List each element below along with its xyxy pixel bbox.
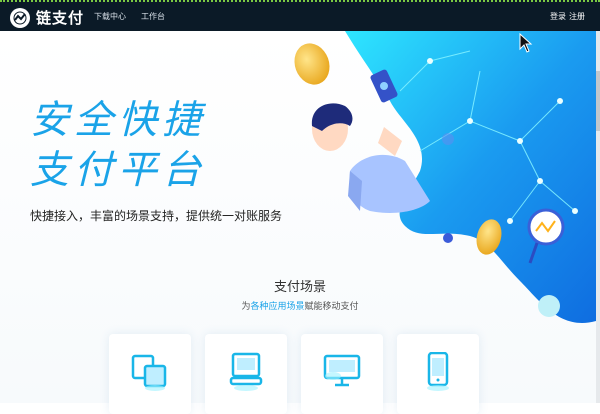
nav-download-center[interactable]: 下载中心: [94, 11, 126, 22]
logo-text: 链支付: [36, 9, 85, 27]
top-navbar: 链支付 下载中心 工作台 登录 注册: [0, 0, 600, 31]
nav-workbench[interactable]: 工作台: [141, 11, 165, 22]
register-link[interactable]: 注册: [569, 11, 585, 22]
mobile-scene-icon: [427, 352, 449, 391]
hero-title: 安全快捷 支付平台: [30, 96, 206, 196]
section-sub-highlight[interactable]: 各种应用场景: [250, 302, 304, 312]
hero-title-line2: 支付平台: [30, 148, 207, 193]
section-sub-suffix: 赋能移动支付: [304, 302, 359, 312]
hero-section: 安全快捷 支付平台 快捷接入，丰富的场景支持，提供统一对账服务 支付场景 为各种…: [0, 31, 600, 414]
hero-title-line1: 安全快捷: [30, 98, 207, 143]
scene-card-web[interactable]: [301, 334, 383, 414]
app-scene-icon: [131, 354, 167, 391]
mouse-cursor-icon: [519, 33, 533, 53]
section-title: 支付场景: [273, 280, 326, 295]
pc-scene-icon: [229, 352, 263, 391]
scene-card-mobile[interactable]: [397, 334, 479, 414]
login-link[interactable]: 登录: [550, 11, 566, 22]
web-scene-icon: [323, 354, 361, 387]
scene-card-app[interactable]: [109, 334, 191, 414]
section-subtitle: 为各种应用场景赋能移动支付: [0, 299, 600, 312]
logo-icon: [10, 7, 30, 28]
scene-card-pc[interactable]: [205, 334, 287, 414]
hero-subtitle: 快捷接入，丰富的场景支持，提供统一对账服务: [30, 209, 283, 223]
logo[interactable]: 链支付: [10, 7, 84, 28]
scrollbar-thumb[interactable]: [596, 71, 600, 131]
page-scrollbar[interactable]: [596, 31, 600, 403]
